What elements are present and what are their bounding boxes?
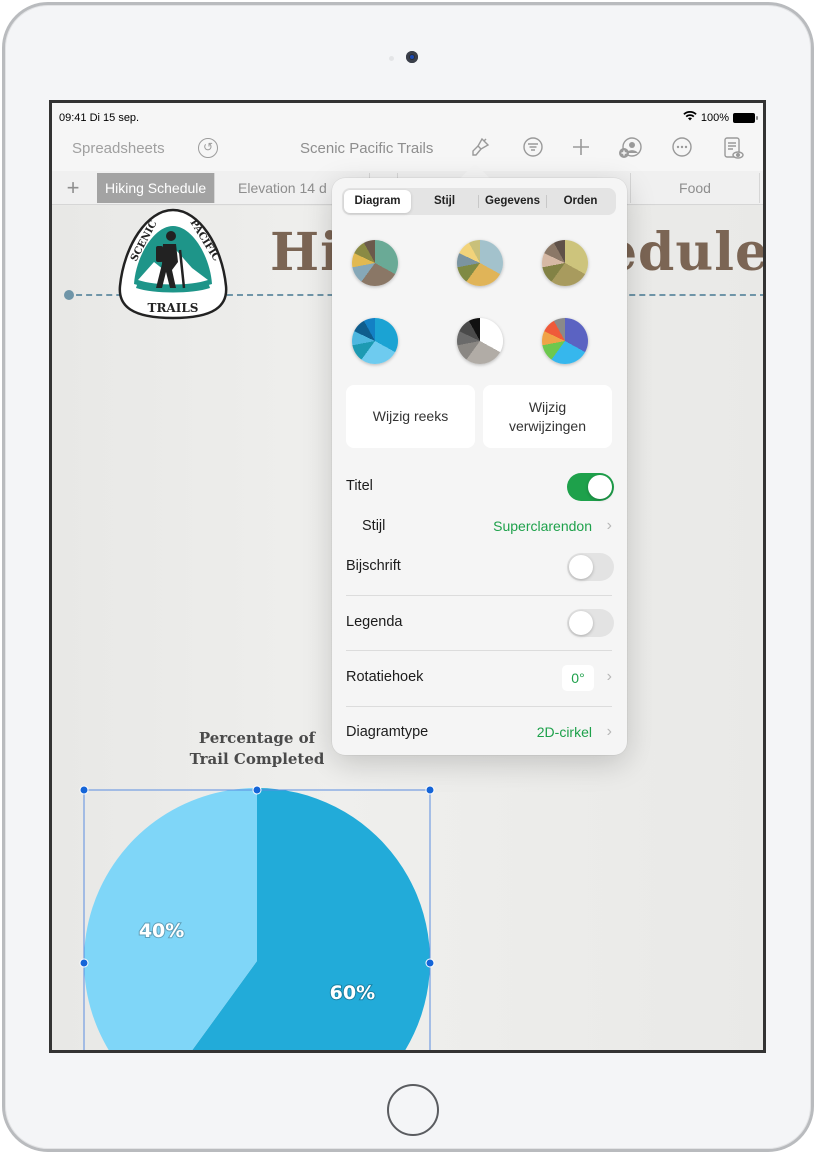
battery-percent: 100% <box>700 111 729 124</box>
logo-text-trails: TRAILS <box>148 301 199 315</box>
title-style-value: Superclarendon <box>493 518 592 534</box>
battery-icon <box>733 112 758 123</box>
title-style-row[interactable]: Stijl Superclarendon › <box>346 506 614 548</box>
legend-label: Legenda <box>346 614 403 630</box>
rotation-label: Rotatiehoek <box>346 669 424 685</box>
chart-title[interactable]: Percentage of Trail Completed <box>172 728 342 770</box>
chart-style-style-olive[interactable] <box>542 240 588 286</box>
chart-style-grid <box>352 240 608 370</box>
document-title[interactable]: Scenic Pacific Trails <box>300 140 433 157</box>
collaborate-icon[interactable] <box>617 136 643 162</box>
tab-diagram[interactable]: Diagram <box>344 190 411 213</box>
format-brush-icon[interactable] <box>467 136 493 162</box>
divider <box>346 706 612 707</box>
legend-row: Legenda <box>346 602 614 644</box>
caption-row: Bijschrift <box>346 546 614 588</box>
toolbar: Spreadsheets ↺ Scenic Pacific Trails <box>52 131 763 171</box>
chart-style-style-earth[interactable] <box>352 240 398 286</box>
pie-label-completed: 60% <box>330 982 375 1004</box>
spreadsheets-back-button[interactable]: Spreadsheets <box>72 140 165 157</box>
chart-type-label: Diagramtype <box>346 724 429 740</box>
rotation-value[interactable]: 0° <box>562 665 594 691</box>
pie-label-remaining: 40% <box>139 920 184 942</box>
tab-stijl[interactable]: Stijl <box>411 190 478 213</box>
filter-icon[interactable] <box>520 136 546 162</box>
resize-handle[interactable] <box>79 958 89 968</box>
chevron-right-icon: › <box>606 723 612 740</box>
chart-style-style-sand[interactable] <box>457 240 503 286</box>
title-row: Titel <box>346 466 614 508</box>
title-label: Titel <box>346 478 373 494</box>
home-button[interactable] <box>387 1084 439 1136</box>
tab-orden[interactable]: Orden <box>547 190 614 213</box>
format-popover: Diagram Stijl Gegevens Orden Wijzig reek… <box>332 178 627 755</box>
add-sheet-button[interactable]: + <box>62 175 84 201</box>
chart-style-style-bright[interactable] <box>542 318 588 364</box>
chart-type-value: 2D-cirkel <box>536 724 592 740</box>
undo-icon[interactable]: ↺ <box>198 138 218 158</box>
wifi-icon <box>683 111 697 124</box>
caption-toggle[interactable] <box>567 553 614 581</box>
title-toggle[interactable] <box>567 473 614 501</box>
more-icon[interactable] <box>669 136 695 162</box>
resize-handle[interactable] <box>425 785 435 795</box>
resize-handle[interactable] <box>425 958 435 968</box>
edit-series-button[interactable]: Wijzig reeks <box>346 385 475 448</box>
resize-handle[interactable] <box>252 785 262 795</box>
scenic-pacific-trails-logo: SCENIC PACIFIC TRAILS <box>118 208 228 320</box>
chevron-right-icon: › <box>606 668 612 685</box>
tab-food[interactable]: Food <box>630 173 760 203</box>
caption-label: Bijschrift <box>346 558 401 574</box>
divider <box>346 650 612 651</box>
rotation-row[interactable]: Rotatiehoek 0° › <box>346 657 614 699</box>
reader-view-icon[interactable] <box>720 136 746 162</box>
popover-tabs: Diagram Stijl Gegevens Orden <box>342 188 616 215</box>
chart-title-line-2: Trail Completed <box>189 750 325 768</box>
chart-style-style-gray[interactable] <box>457 318 503 364</box>
front-camera <box>406 51 418 63</box>
add-icon[interactable] <box>568 136 594 162</box>
edit-references-button[interactable]: Wijzig verwijzingen <box>483 385 612 448</box>
chart-title-line-1: Percentage of <box>198 729 316 747</box>
title-style-label: Stijl <box>362 518 386 534</box>
tab-hiking-schedule[interactable]: Hiking Schedule <box>97 173 216 203</box>
light-sensor <box>389 56 394 61</box>
tab-gegevens[interactable]: Gegevens <box>479 190 546 213</box>
legend-toggle[interactable] <box>567 609 614 637</box>
pie-chart[interactable]: 60% 40% <box>74 781 464 1053</box>
chevron-right-icon: › <box>606 517 612 534</box>
chart-style-style-blue[interactable] <box>352 318 398 364</box>
divider <box>346 595 612 596</box>
chart-type-row[interactable]: Diagramtype 2D-cirkel › <box>346 712 614 754</box>
resize-handle[interactable] <box>79 785 89 795</box>
status-bar: 09:41 Di 15 sep. 100% <box>52 103 763 131</box>
status-time: 09:41 Di 15 sep. <box>59 112 140 124</box>
